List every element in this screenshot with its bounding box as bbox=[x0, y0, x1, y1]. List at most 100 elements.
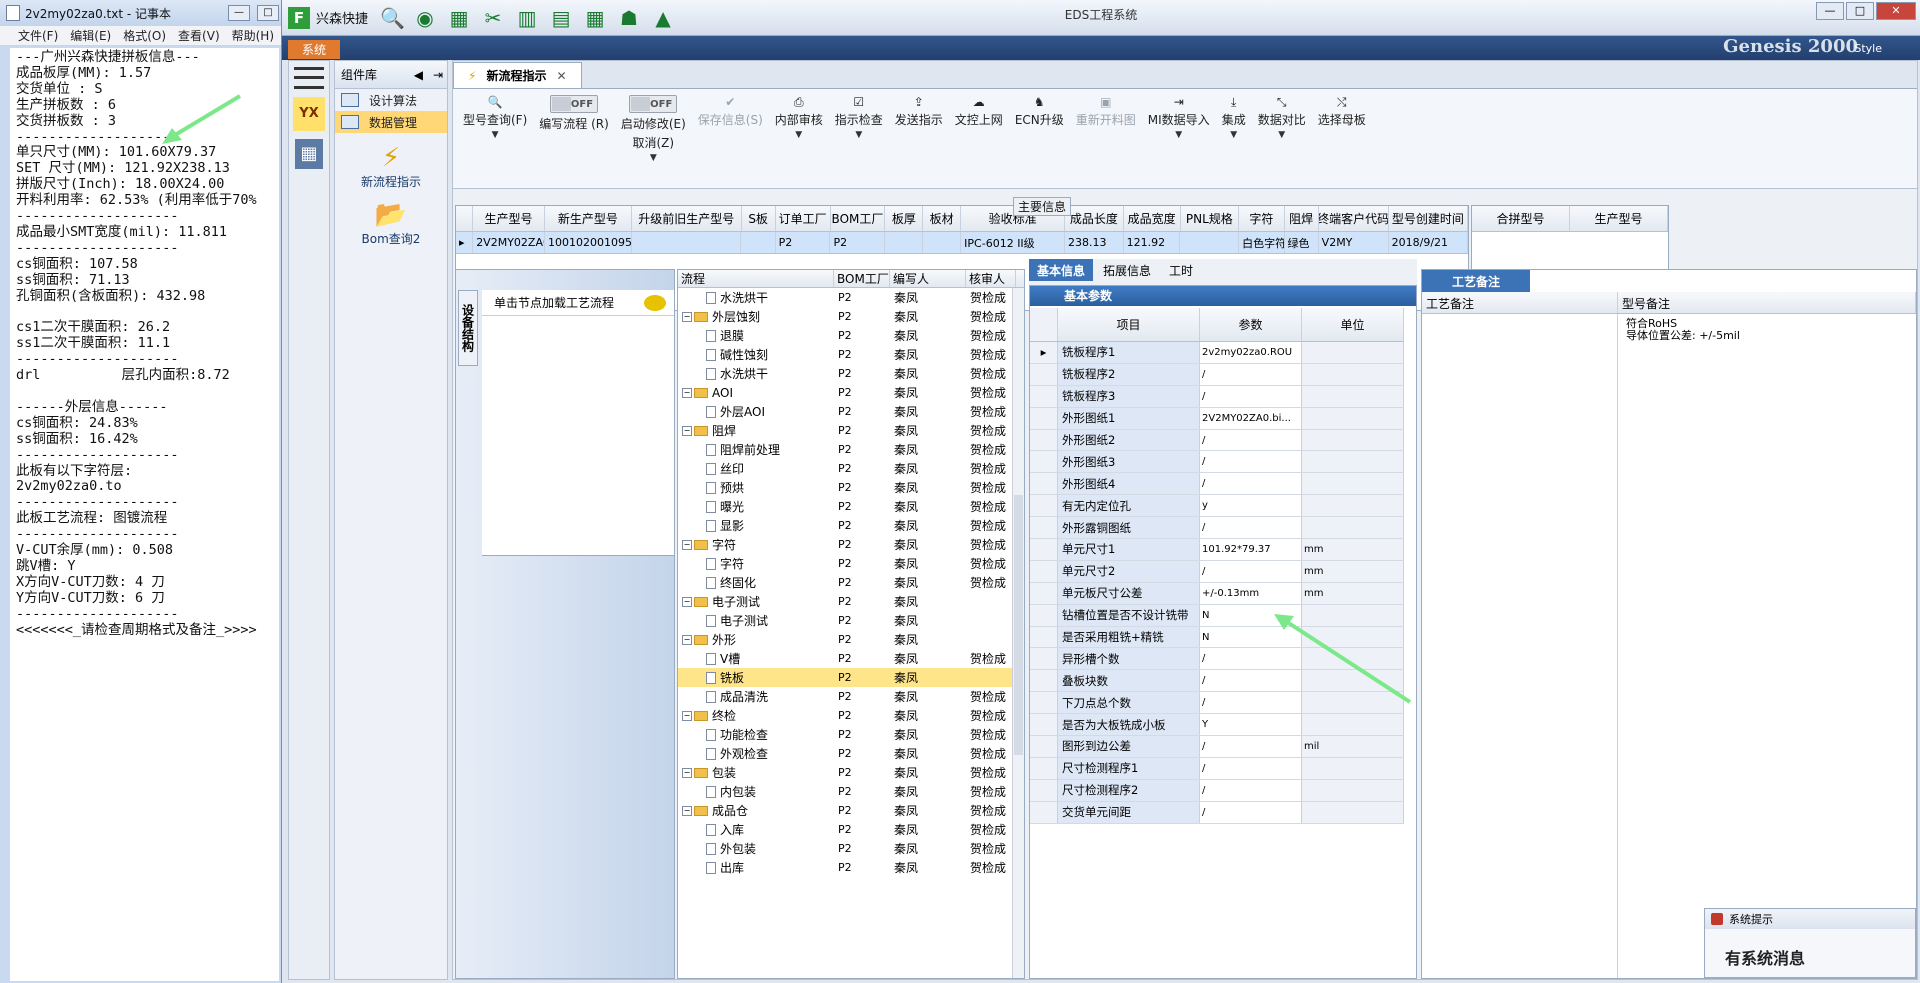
table-row[interactable]: ▸ 铣板程序1 2v2my02za0.ROU bbox=[1030, 342, 1404, 364]
table-row[interactable]: 外层AOI P2 秦凤 贺检成 bbox=[678, 402, 1024, 421]
component-item-design[interactable]: 设计算法 bbox=[335, 89, 447, 111]
scrollbar[interactable] bbox=[1012, 288, 1024, 978]
table-row[interactable]: 曝光 P2 秦凤 贺检成 bbox=[678, 497, 1024, 516]
param-value[interactable]: / bbox=[1200, 363, 1302, 385]
param-value[interactable]: / bbox=[1200, 648, 1302, 670]
load-flow-node[interactable]: 单击节点加载工艺流程 bbox=[482, 290, 674, 316]
ribbon-button[interactable]: ⇥ MI数据导入 ▼ bbox=[1142, 95, 1216, 140]
table-row[interactable]: 成品清洗 P2 秦凤 贺检成 bbox=[678, 687, 1024, 706]
column-header[interactable]: S板 bbox=[742, 206, 776, 231]
param-value[interactable]: / bbox=[1200, 757, 1302, 779]
table-row[interactable]: ▸2V2MY02ZA010010200109552 P2P2 IPC-6012 II… bbox=[456, 232, 1468, 254]
chevron-down-icon[interactable]: ▼ bbox=[492, 130, 499, 140]
toggle-switch[interactable]: OFF bbox=[629, 95, 678, 113]
param-value[interactable]: Y bbox=[1200, 714, 1302, 736]
collapse-icon[interactable]: − bbox=[682, 634, 692, 645]
column-header[interactable]: 板厚 bbox=[885, 206, 924, 231]
table-row[interactable]: 铣板程序2/ bbox=[1030, 363, 1404, 386]
table-row[interactable]: 功能检查 P2 秦凤 贺检成 bbox=[678, 725, 1024, 744]
table-row[interactable]: 钻槽位置是否不设计铣带 N bbox=[1030, 604, 1404, 627]
table-row[interactable]: 单元尺寸1 101.92*79.37 mm bbox=[1030, 539, 1404, 561]
param-value[interactable]: N bbox=[1200, 604, 1302, 626]
close-tab-icon[interactable]: ✕ bbox=[556, 69, 566, 83]
column-header[interactable]: BOM工厂 bbox=[831, 206, 886, 231]
model-note-field[interactable]: 符合RoHS 导体位置公差: +/-5mil bbox=[1622, 314, 1916, 978]
column-header[interactable]: 生产型号 bbox=[1570, 206, 1668, 231]
column-header[interactable]: 字符 bbox=[1239, 206, 1285, 231]
pin-icon[interactable]: ⇥ bbox=[433, 68, 443, 82]
table-row[interactable]: 碱性蚀刻 P2 秦凤 贺检成 bbox=[678, 345, 1024, 364]
table-row[interactable]: 单元尺寸2/mm bbox=[1030, 560, 1404, 583]
table-row[interactable]: − 阻焊 P2 秦凤 贺检成 bbox=[678, 421, 1024, 440]
table-row[interactable]: 铣板 P2 秦凤 bbox=[678, 668, 1024, 687]
table-row[interactable]: 外形图纸4/ bbox=[1030, 473, 1404, 496]
column-header[interactable]: 阻焊 bbox=[1285, 206, 1319, 231]
param-value[interactable]: / bbox=[1200, 736, 1302, 757]
collapse-icon[interactable]: − bbox=[682, 710, 692, 721]
component-item-data[interactable]: 数据管理 bbox=[335, 111, 447, 133]
tab-basic-info[interactable]: 基本信息 bbox=[1029, 259, 1094, 281]
table-row[interactable]: − AOI P2 秦凤 贺检成 bbox=[678, 383, 1024, 402]
chevron-down-icon[interactable]: ▼ bbox=[650, 153, 657, 163]
column-header[interactable]: 参数 bbox=[1200, 308, 1302, 341]
param-value[interactable]: / bbox=[1200, 560, 1302, 582]
column-header[interactable]: 成品长度 bbox=[1065, 206, 1124, 231]
param-value[interactable]: / bbox=[1200, 473, 1302, 495]
toggle-switch[interactable]: OFF bbox=[550, 95, 599, 113]
table-row[interactable]: 字符 P2 秦凤 贺检成 bbox=[678, 554, 1024, 573]
app-close-button[interactable]: ✕ bbox=[1876, 2, 1916, 20]
system-message-popup[interactable]: 系统提示 有系统消息 bbox=[1704, 908, 1916, 978]
collapse-icon[interactable]: − bbox=[682, 425, 692, 436]
table-row[interactable]: 铣板程序3/ bbox=[1030, 385, 1404, 408]
table-row[interactable]: 外形图纸3/ bbox=[1030, 451, 1404, 474]
column-header[interactable]: 合拼型号 bbox=[1472, 206, 1570, 231]
table-cell[interactable]: IPC-6012 II级 bbox=[961, 232, 1066, 253]
tab-equipment[interactable]: 设备结构 bbox=[458, 290, 478, 366]
tab-craft-notes[interactable]: 工艺备注 bbox=[1422, 270, 1531, 292]
param-value[interactable]: / bbox=[1200, 429, 1302, 451]
table-cell[interactable]: V2MY bbox=[1319, 232, 1389, 253]
collapse-icon[interactable]: − bbox=[682, 767, 692, 778]
table-cell[interactable] bbox=[741, 232, 776, 253]
column-header[interactable]: 生产型号 bbox=[473, 206, 545, 231]
table-row[interactable]: 出库 P2 秦凤 贺检成 bbox=[678, 858, 1024, 877]
chevron-down-icon[interactable]: ▼ bbox=[1230, 130, 1237, 140]
ribbon-button[interactable]: ⤡ 数据对比 ▼ bbox=[1252, 95, 1312, 140]
tab-new-flow[interactable]: ⚡ 新流程指示 ✕ bbox=[453, 62, 582, 88]
column-header[interactable]: BOM工厂 bbox=[834, 270, 890, 287]
table-cell[interactable]: 10010200109552 bbox=[545, 232, 632, 253]
table-cell[interactable] bbox=[885, 232, 924, 253]
table-cell[interactable] bbox=[923, 232, 962, 253]
table-cell[interactable]: 2018/9/21 bbox=[1389, 232, 1468, 253]
param-value[interactable]: 2v2my02za0.ROU bbox=[1200, 342, 1302, 363]
table-row[interactable]: 外形露铜图纸 / bbox=[1030, 517, 1404, 540]
table-cell[interactable]: 2V2MY02ZA0 bbox=[473, 232, 546, 253]
table-row[interactable]: 终固化 P2 秦凤 贺检成 bbox=[678, 573, 1024, 592]
column-header[interactable]: 编写人 bbox=[890, 270, 966, 287]
table-cell[interactable]: 121.92 bbox=[1124, 232, 1181, 253]
table-row[interactable]: 丝印 P2 秦凤 贺检成 bbox=[678, 459, 1024, 478]
chevron-down-icon[interactable]: ▼ bbox=[795, 130, 802, 140]
hamburger-icon[interactable] bbox=[294, 67, 324, 89]
table-row[interactable]: − 字符 P2 秦凤 贺检成 bbox=[678, 535, 1024, 554]
column-header[interactable]: 项目 bbox=[1058, 308, 1200, 341]
table-cell[interactable]: P2 bbox=[776, 232, 831, 253]
ribbon-button[interactable]: ⤓ 集成 ▼ bbox=[1216, 95, 1252, 140]
param-value[interactable]: / bbox=[1200, 801, 1302, 823]
tab-extended-info[interactable]: 拓展信息 bbox=[1095, 259, 1159, 281]
column-header[interactable]: 核审人 bbox=[966, 270, 1016, 287]
table-row[interactable]: − 外形 P2 秦凤 bbox=[678, 630, 1024, 649]
param-value[interactable]: N bbox=[1200, 626, 1302, 648]
maximize-button[interactable]: □ bbox=[257, 5, 279, 21]
table-cell[interactable]: P2 bbox=[830, 232, 886, 253]
table-row[interactable]: 显影 P2 秦凤 贺检成 bbox=[678, 516, 1024, 535]
column-header[interactable]: 板材 bbox=[923, 206, 962, 231]
table-cell[interactable]: 238.13 bbox=[1065, 232, 1124, 253]
menu-file[interactable]: 文件(F) bbox=[18, 27, 58, 44]
column-header[interactable]: 型号创建时间 bbox=[1389, 206, 1468, 231]
chevron-down-icon[interactable]: ▼ bbox=[855, 130, 862, 140]
param-value[interactable]: / bbox=[1200, 670, 1302, 692]
ribbon-button[interactable]: ✔ 保存信息(S) bbox=[692, 95, 769, 128]
app-maximize-button[interactable]: □ bbox=[1846, 2, 1874, 20]
column-header[interactable]: 成品宽度 bbox=[1124, 206, 1181, 231]
